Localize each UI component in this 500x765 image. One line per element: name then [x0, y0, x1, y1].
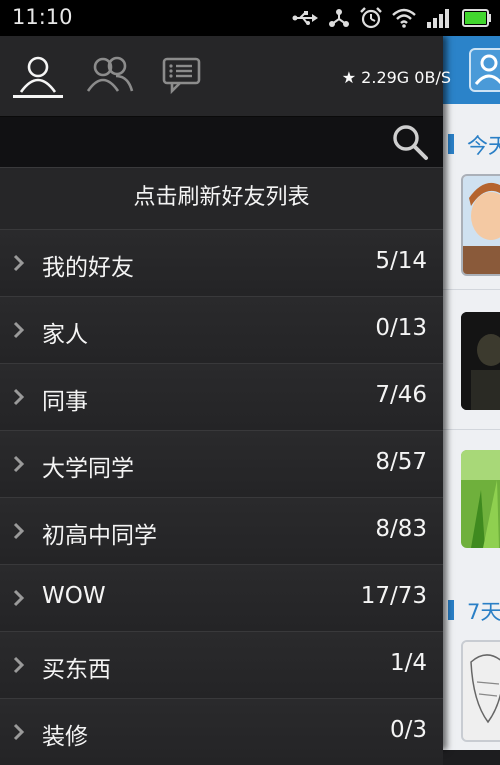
- group-row[interactable]: 同事 7/46: [0, 363, 443, 430]
- cartoon-boy-avatar: [463, 176, 500, 274]
- chevron-right-icon: [13, 388, 25, 406]
- group-online-count: 1/4: [389, 650, 427, 676]
- group-row[interactable]: 装修 0/3: [0, 698, 443, 765]
- group-name: 同事: [42, 389, 88, 415]
- person-icon: [474, 54, 500, 85]
- chevron-right-icon: [13, 522, 25, 540]
- wifi-icon: [392, 8, 416, 28]
- people-icon: [86, 56, 134, 92]
- search-icon[interactable]: [391, 123, 429, 161]
- tab-contacts[interactable]: [13, 54, 63, 98]
- status-icons: [292, 5, 492, 31]
- search-input[interactable]: [10, 125, 384, 161]
- group-row[interactable]: 买东西 1/4: [0, 631, 443, 698]
- section-week: 7天: [443, 590, 500, 628]
- person-icon: [19, 56, 57, 93]
- chevron-right-icon: [13, 589, 25, 607]
- group-row[interactable]: 初高中同学 8/83: [0, 497, 443, 564]
- alarm-icon: [360, 7, 382, 29]
- refresh-friends-button[interactable]: 点击刷新好友列表: [0, 167, 443, 229]
- chevron-right-icon: [13, 723, 25, 741]
- signal-icon: [427, 9, 449, 28]
- group-row[interactable]: 我的好友 5/14: [0, 229, 443, 296]
- tab-groups[interactable]: [85, 54, 135, 98]
- header-avatar[interactable]: [469, 48, 500, 92]
- status-bar: 11:10: [0, 0, 500, 36]
- chevron-right-icon: [13, 656, 25, 674]
- sketch-avatar: [463, 642, 500, 740]
- active-tab-indicator: [13, 95, 63, 98]
- battery-icon: [462, 9, 491, 27]
- chevron-right-icon: [13, 321, 25, 339]
- dark-photo-avatar: [461, 312, 500, 410]
- group-name: 大学同学: [42, 456, 134, 482]
- group-online-count: 0/13: [375, 315, 427, 341]
- group-online-count: 5/14: [375, 248, 427, 274]
- group-row[interactable]: 家人 0/13: [0, 296, 443, 363]
- usb-icon: [292, 11, 318, 25]
- share-icon: [329, 9, 349, 27]
- group-online-count: 8/83: [375, 516, 427, 542]
- avatar[interactable]: [461, 640, 500, 742]
- group-name: 家人: [42, 322, 88, 348]
- friend-groups-list: 我的好友 5/14 家人 0/13 同事 7/46 大学同学 8/57 初高中同…: [0, 229, 443, 765]
- tab-messages[interactable]: [157, 54, 207, 98]
- friends-drawer: ★ 2.29G 0B/S 点击刷新好友列表 我的好友 5/14 家人 0/13 …: [0, 36, 451, 765]
- storage-speed-indicator: ★ 2.29G 0B/S: [341, 68, 451, 87]
- group-name: WOW: [42, 583, 106, 609]
- message-icon: [162, 57, 201, 94]
- avatar[interactable]: [461, 312, 500, 410]
- chevron-right-icon: [13, 254, 25, 272]
- group-online-count: 0/3: [389, 717, 427, 743]
- avatar[interactable]: [461, 174, 500, 276]
- group-row[interactable]: WOW 17/73: [0, 564, 443, 631]
- group-name: 买东西: [42, 657, 111, 683]
- group-online-count: 7/46: [375, 382, 427, 408]
- drawer-tabs: ★ 2.29G 0B/S: [0, 36, 451, 116]
- group-row[interactable]: 大学同学 8/57: [0, 430, 443, 497]
- main-panel-header: [443, 36, 500, 104]
- group-online-count: 17/73: [360, 583, 427, 609]
- avatar[interactable]: [461, 450, 500, 548]
- group-name: 初高中同学: [42, 523, 157, 549]
- group-name: 我的好友: [42, 255, 134, 281]
- main-panel-peek[interactable]: 今天 7天: [443, 36, 500, 750]
- status-time: 11:10: [12, 5, 73, 29]
- section-today: 今天: [443, 124, 500, 162]
- chevron-right-icon: [13, 455, 25, 473]
- group-online-count: 8/57: [375, 449, 427, 475]
- search-bar: [0, 116, 443, 168]
- group-name: 装修: [42, 724, 88, 750]
- green-leaf-avatar: [461, 450, 500, 548]
